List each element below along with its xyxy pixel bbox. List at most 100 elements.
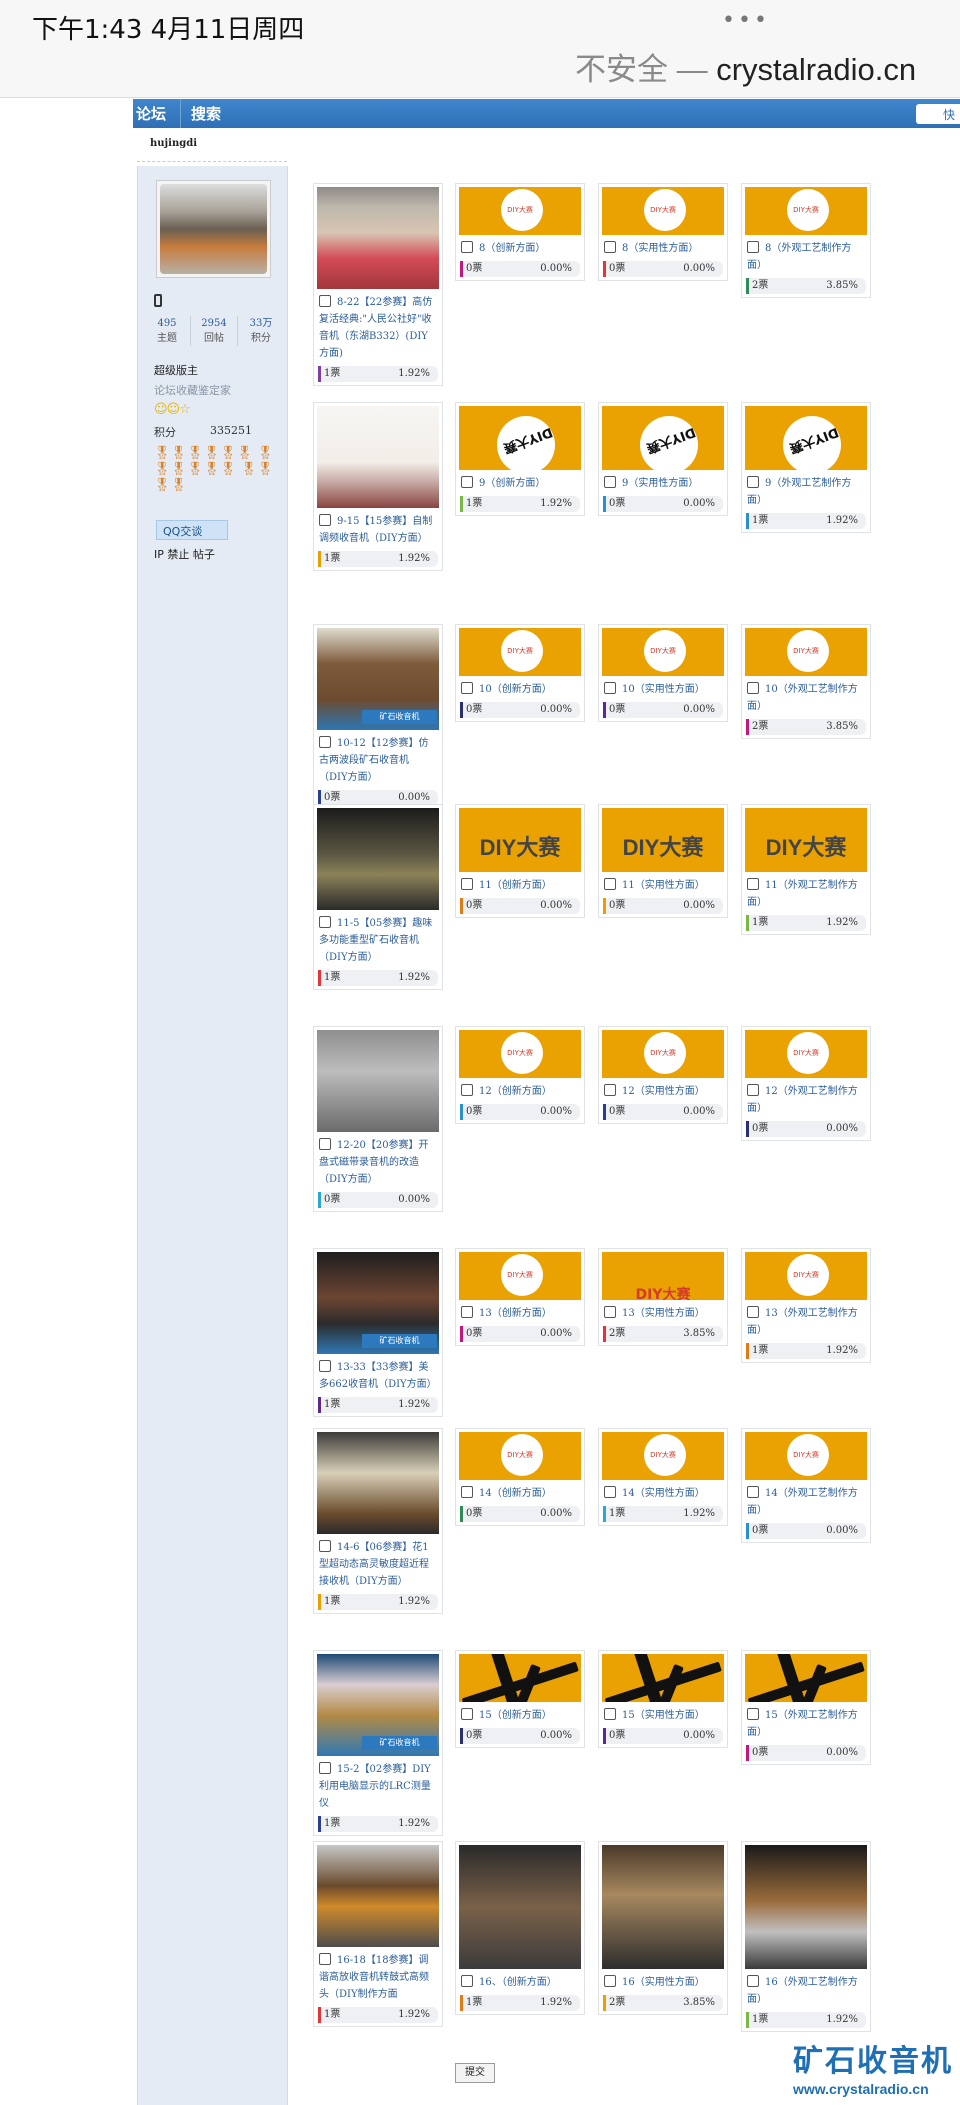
poll-option-label[interactable]: 11（外观工艺制作方面）	[745, 877, 867, 913]
poll-option-label[interactable]: 9（创新方面）	[459, 475, 581, 494]
entry-photo[interactable]	[317, 808, 439, 910]
vote-checkbox[interactable]	[747, 878, 759, 890]
avatar[interactable]	[156, 180, 271, 278]
nav-search[interactable]: 搜索	[191, 103, 221, 124]
poll-option-label[interactable]: 8（实用性方面）	[602, 240, 724, 259]
more-dots-icon[interactable]: •••	[722, 8, 770, 33]
vote-checkbox[interactable]	[461, 878, 473, 890]
entry-photo[interactable]	[317, 1432, 439, 1534]
vote-checkbox[interactable]	[461, 1708, 473, 1720]
poll-option-label[interactable]: 14（实用性方面）	[602, 1485, 724, 1504]
poll-option-label[interactable]: 12-20【20参赛】开盘式磁带录音机的改造（DIY方面）	[317, 1137, 439, 1190]
poll-option-sub: DIY大赛 12（创新方面） 0票 0.00%	[455, 1026, 585, 1124]
vote-checkbox[interactable]	[604, 1975, 616, 1987]
vote-checkbox[interactable]	[747, 1975, 759, 1987]
vote-checkbox[interactable]	[604, 241, 616, 253]
medals-icon[interactable]: 🎖🎖🎖🎖🎖🎖 🎖🎖🎖🎖🎖🎖 🎖🎖🎖🎖	[154, 446, 274, 494]
vote-checkbox[interactable]	[319, 736, 331, 748]
vote-checkbox[interactable]	[461, 1975, 473, 1987]
entry-photo[interactable]: 矿石收音机	[317, 1654, 439, 1756]
vote-checkbox[interactable]	[461, 241, 473, 253]
entry-photo[interactable]	[317, 406, 439, 508]
vote-checkbox[interactable]	[747, 1084, 759, 1096]
poll-option-label[interactable]: 8（外观工艺制作方面）	[745, 240, 867, 276]
address-bar[interactable]: 不安全 — crystalradio.cn	[575, 44, 916, 89]
vote-checkbox[interactable]	[604, 1084, 616, 1096]
poll-option-label[interactable]: 9-15【15参赛】自制调频收音机（DIY方面）	[317, 513, 439, 549]
poll-option-label[interactable]: 10-12【12参赛】仿古两波段矿石收音机（DIY方面）	[317, 735, 439, 788]
poll-option-label[interactable]: 13（实用性方面）	[602, 1305, 724, 1324]
vote-color-bar	[460, 1995, 463, 2011]
poll-option-label[interactable]: 11（创新方面）	[459, 877, 581, 896]
poll-option-label[interactable]: 14（外观工艺制作方面）	[745, 1485, 867, 1521]
poll-option-label[interactable]: 10（外观工艺制作方面）	[745, 681, 867, 717]
stat-credits[interactable]: 33万 积分	[238, 316, 284, 346]
poll-option-label[interactable]: 16（外观工艺制作方面）	[745, 1974, 867, 2010]
vote-checkbox[interactable]	[461, 1084, 473, 1096]
user-rank[interactable]: 超级版主	[154, 362, 198, 378]
vote-checkbox[interactable]	[461, 682, 473, 694]
poll-option-label[interactable]: 14-6【06参赛】花1型超动态高灵敏度超近程接收机（DIY方面）	[317, 1539, 439, 1592]
poll-option-label[interactable]: 11-5【05参赛】趣味多功能重型矿石收音机（DIY方面）	[317, 915, 439, 968]
poll-option-label[interactable]: 16、（创新方面）	[459, 1974, 581, 1993]
vote-checkbox[interactable]	[461, 1486, 473, 1498]
poll-option-label[interactable]: 8-22【22参赛】高仿复活经典:"人民公社好"收音机（东湖B332）(DIY方…	[317, 294, 439, 364]
poll-option-label[interactable]: 9（实用性方面）	[602, 475, 724, 494]
qq-chat-button[interactable]: QQ交谈	[156, 520, 228, 540]
stat-replies[interactable]: 2954 回帖	[191, 316, 238, 346]
submit-button[interactable]: 提交	[455, 2063, 495, 2083]
poll-option-label[interactable]: 10（创新方面）	[459, 681, 581, 700]
vote-checkbox[interactable]	[461, 1306, 473, 1318]
vote-checkbox[interactable]	[319, 295, 331, 307]
vote-checkbox[interactable]	[747, 476, 759, 488]
vote-checkbox[interactable]	[319, 1762, 331, 1774]
nav-forum[interactable]: 论坛	[136, 103, 166, 124]
entry-photo[interactable]	[317, 1030, 439, 1132]
vote-checkbox[interactable]	[747, 1708, 759, 1720]
option-text: 12-20【20参赛】开盘式磁带录音机的改造（DIY方面）	[319, 1140, 429, 1185]
option-text: 9（实用性方面）	[622, 478, 699, 489]
vote-checkbox[interactable]	[461, 476, 473, 488]
vote-checkbox[interactable]	[747, 1306, 759, 1318]
stat-threads[interactable]: 495 主题	[144, 316, 191, 346]
nav-quick-link[interactable]: 快	[916, 104, 960, 124]
entry-photo[interactable]	[317, 187, 439, 289]
entry-photo[interactable]: 矿石收音机	[317, 628, 439, 730]
vote-checkbox[interactable]	[319, 514, 331, 526]
vote-checkbox[interactable]	[319, 1953, 331, 1965]
poll-option-label[interactable]: 9（外观工艺制作方面）	[745, 475, 867, 511]
vote-checkbox[interactable]	[319, 1360, 331, 1372]
poll-option-label[interactable]: 15（外观工艺制作方面）	[745, 1707, 867, 1743]
admin-links[interactable]: IP 禁止 帖子	[154, 546, 215, 562]
vote-checkbox[interactable]	[747, 241, 759, 253]
poll-option-label[interactable]: 8（创新方面）	[459, 240, 581, 259]
entry-photo[interactable]: 矿石收音机	[317, 1252, 439, 1354]
vote-checkbox[interactable]	[604, 1486, 616, 1498]
poll-option-label[interactable]: 12（创新方面）	[459, 1083, 581, 1102]
vote-checkbox[interactable]	[604, 878, 616, 890]
poll-option-label[interactable]: 12（外观工艺制作方面）	[745, 1083, 867, 1119]
vote-checkbox[interactable]	[604, 476, 616, 488]
vote-checkbox[interactable]	[319, 1540, 331, 1552]
poll-option-label[interactable]: 15-2【02参赛】DIY利用电脑显示的LRC测量仪	[317, 1761, 439, 1814]
author-name[interactable]: hujingdi	[150, 138, 197, 149]
poll-option-label[interactable]: 16（实用性方面）	[602, 1974, 724, 1993]
poll-option-label[interactable]: 14（创新方面）	[459, 1485, 581, 1504]
vote-checkbox[interactable]	[747, 682, 759, 694]
vote-checkbox[interactable]	[319, 1138, 331, 1150]
vote-checkbox[interactable]	[747, 1486, 759, 1498]
vote-checkbox[interactable]	[604, 1708, 616, 1720]
poll-option-label[interactable]: 16-18【18参赛】调谐高放收音机转鼓式高频头（DIY制作方面	[317, 1952, 439, 2005]
poll-option-label[interactable]: 15（创新方面）	[459, 1707, 581, 1726]
poll-option-label[interactable]: 13-33【33参赛】美多662收音机（DIY方面）	[317, 1359, 439, 1395]
poll-option-label[interactable]: 11（实用性方面）	[602, 877, 724, 896]
poll-option-label[interactable]: 13（外观工艺制作方面）	[745, 1305, 867, 1341]
poll-option-label[interactable]: 15（实用性方面）	[602, 1707, 724, 1726]
entry-photo[interactable]	[317, 1845, 439, 1947]
vote-checkbox[interactable]	[604, 1306, 616, 1318]
vote-checkbox[interactable]	[319, 916, 331, 928]
vote-checkbox[interactable]	[604, 682, 616, 694]
poll-option-label[interactable]: 13（创新方面）	[459, 1305, 581, 1324]
poll-option-label[interactable]: 10（实用性方面）	[602, 681, 724, 700]
poll-option-label[interactable]: 12（实用性方面）	[602, 1083, 724, 1102]
